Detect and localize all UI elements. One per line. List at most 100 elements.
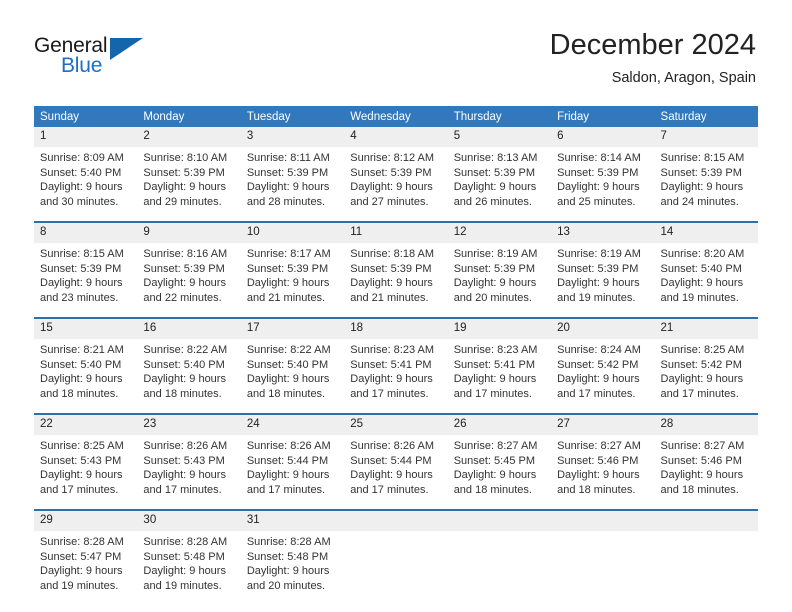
page-title: December 2024 <box>549 29 756 61</box>
calendar-day-cell[interactable]: 20 Sunrise: 8:24 AM Sunset: 5:42 PM Dayligh… <box>551 317 655 414</box>
day-number: 23 <box>137 415 241 435</box>
calendar-day-cell[interactable]: 16 Sunrise: 8:22 AM Sunset: 5:40 PM Dayligh… <box>137 317 241 414</box>
day-number: 21 <box>654 319 758 339</box>
calendar-day-cell[interactable]: 8 Sunrise: 8:15 AM Sunset: 5:39 PM Daylight… <box>34 221 138 318</box>
daylight-text-line1: Daylight: 9 hours <box>246 373 330 386</box>
day-number: 27 <box>551 415 655 435</box>
calendar-day-cell[interactable]: 22 Sunrise: 8:25 AM Sunset: 5:43 PM Dayligh… <box>34 413 138 510</box>
sunset-text: Sunset: 5:39 PM <box>557 166 639 179</box>
calendar-day-cell[interactable]: 26 Sunrise: 8:27 AM Sunset: 5:45 PM Dayligh… <box>447 413 552 510</box>
calendar-day-cell[interactable]: 15 Sunrise: 8:21 AM Sunset: 5:40 PM Dayligh… <box>34 317 138 414</box>
day-details: Sunrise: 8:20 AM Sunset: 5:40 PM Daylight:… <box>654 243 758 317</box>
calendar-day-cell[interactable]: 25 Sunrise: 8:26 AM Sunset: 5:44 PM Dayligh… <box>344 413 448 510</box>
calendar-day-cell[interactable]: 19 Sunrise: 8:23 AM Sunset: 5:41 PM Dayligh… <box>447 317 552 414</box>
day-details: Sunrise: 8:11 AM Sunset: 5:39 PM Daylight:… <box>240 147 345 221</box>
day-details: Sunrise: 8:26 AM Sunset: 5:43 PM Daylight:… <box>137 435 241 509</box>
calendar-day-cell[interactable]: 27 Sunrise: 8:27 AM Sunset: 5:46 PM Dayligh… <box>551 413 655 510</box>
day-details: Sunrise: 8:15 AM Sunset: 5:39 PM Daylight:… <box>34 243 138 317</box>
sunset-text: Sunset: 5:39 PM <box>350 166 432 179</box>
day-number: 7 <box>654 127 758 147</box>
calendar-day-cell[interactable]: 18 Sunrise: 8:23 AM Sunset: 5:41 PM Dayligh… <box>344 317 448 414</box>
calendar-day-cell[interactable]: 3 Sunrise: 8:11 AM Sunset: 5:39 PM Daylight… <box>240 127 345 222</box>
day-details: Sunrise: 8:21 AM Sunset: 5:40 PM Daylight:… <box>34 339 138 413</box>
day-number: 20 <box>551 319 655 339</box>
day-details: Sunrise: 8:25 AM Sunset: 5:42 PM Daylight:… <box>654 339 758 413</box>
day-number: 16 <box>137 319 241 339</box>
sunset-text: Sunset: 5:40 PM <box>143 358 225 371</box>
sunset-text: Sunset: 5:48 PM <box>246 550 329 563</box>
calendar-day-cell[interactable]: 13 Sunrise: 8:19 AM Sunset: 5:39 PM Dayligh… <box>551 221 655 318</box>
daylight-text-line2: and 17 minutes. <box>143 483 222 496</box>
sunrise-text: Sunrise: 8:23 AM <box>350 344 435 356</box>
day-number: 2 <box>137 127 241 147</box>
calendar-day-cell[interactable]: 2 Sunrise: 8:10 AM Sunset: 5:39 PM Daylight… <box>137 127 241 222</box>
daylight-text-line1: Daylight: 9 hours <box>246 181 330 194</box>
calendar-day-cell[interactable]: 11 Sunrise: 8:18 AM Sunset: 5:39 PM Dayligh… <box>344 221 448 318</box>
calendar-day-cell-empty <box>447 509 552 605</box>
calendar-day-cell[interactable]: 14 Sunrise: 8:20 AM Sunset: 5:40 PM Dayligh… <box>654 221 758 318</box>
weekday-header-monday: Monday <box>137 106 241 127</box>
calendar-day-cell[interactable]: 23 Sunrise: 8:26 AM Sunset: 5:43 PM Dayligh… <box>137 413 241 510</box>
weekday-header-saturday: Saturday <box>654 106 758 127</box>
daylight-text-line2: and 27 minutes. <box>350 195 429 208</box>
calendar-day-cell[interactable]: 28 Sunrise: 8:27 AM Sunset: 5:46 PM Dayligh… <box>654 413 758 510</box>
daylight-text-line2: and 22 minutes. <box>143 291 222 304</box>
day-number <box>447 511 552 531</box>
weekday-header-tuesday: Tuesday <box>240 106 345 127</box>
daylight-text-line2: and 18 minutes. <box>453 483 532 496</box>
sunrise-text: Sunrise: 8:21 AM <box>40 344 124 356</box>
sunset-text: Sunset: 5:39 PM <box>557 262 639 275</box>
daylight-text-line2: and 18 minutes. <box>660 483 739 496</box>
calendar-day-cell[interactable]: 30 Sunrise: 8:28 AM Sunset: 5:48 PM Dayligh… <box>137 509 241 605</box>
calendar-day-cell[interactable]: 24 Sunrise: 8:26 AM Sunset: 5:44 PM Dayligh… <box>240 413 345 510</box>
day-number <box>654 511 758 531</box>
day-details: Sunrise: 8:15 AM Sunset: 5:39 PM Daylight:… <box>654 147 758 221</box>
calendar-day-cell[interactable]: 17 Sunrise: 8:22 AM Sunset: 5:40 PM Dayligh… <box>240 317 345 414</box>
sunrise-text: Sunrise: 8:12 AM <box>350 152 435 164</box>
sunset-text: Sunset: 5:40 PM <box>40 358 122 371</box>
day-number: 14 <box>654 223 758 243</box>
daylight-text-line1: Daylight: 9 hours <box>660 373 744 386</box>
brand-logo[interactable]: General Blue <box>34 34 164 82</box>
calendar-day-cell[interactable]: 31 Sunrise: 8:28 AM Sunset: 5:48 PM Dayligh… <box>240 509 345 605</box>
day-number: 4 <box>344 127 448 147</box>
calendar-day-cell[interactable]: 4 Sunrise: 8:12 AM Sunset: 5:39 PM Daylight… <box>344 127 448 222</box>
calendar-day-cell[interactable]: 21 Sunrise: 8:25 AM Sunset: 5:42 PM Dayligh… <box>654 317 758 414</box>
sunrise-text: Sunrise: 8:23 AM <box>453 344 538 356</box>
calendar-day-cell[interactable]: 29 Sunrise: 8:28 AM Sunset: 5:47 PM Dayligh… <box>34 509 138 605</box>
day-details: Sunrise: 8:13 AM Sunset: 5:39 PM Daylight:… <box>447 147 552 221</box>
calendar-day-cell-empty <box>654 509 758 605</box>
calendar-day-cell[interactable]: 6 Sunrise: 8:14 AM Sunset: 5:39 PM Daylight… <box>551 127 655 222</box>
day-details: Sunrise: 8:24 AM Sunset: 5:42 PM Daylight:… <box>551 339 655 413</box>
sunset-text: Sunset: 5:39 PM <box>143 166 225 179</box>
sunrise-text: Sunrise: 8:22 AM <box>246 344 331 356</box>
sunset-text: Sunset: 5:41 PM <box>453 358 536 371</box>
calendar-day-cell[interactable]: 5 Sunrise: 8:13 AM Sunset: 5:39 PM Daylight… <box>447 127 552 222</box>
day-number: 3 <box>240 127 345 147</box>
daylight-text-line1: Daylight: 9 hours <box>453 373 537 386</box>
calendar-week-row: 15 Sunrise: 8:21 AM Sunset: 5:40 PM Dayligh… <box>34 317 758 414</box>
sunset-text: Sunset: 5:40 PM <box>40 166 122 179</box>
daylight-text-line2: and 17 minutes. <box>350 387 429 400</box>
daylight-text-line2: and 18 minutes. <box>557 483 636 496</box>
day-details: Sunrise: 8:19 AM Sunset: 5:39 PM Daylight:… <box>551 243 655 317</box>
calendar-day-cell[interactable]: 10 Sunrise: 8:17 AM Sunset: 5:39 PM Dayligh… <box>240 221 345 318</box>
sunset-text: Sunset: 5:40 PM <box>246 358 329 371</box>
day-number: 18 <box>344 319 448 339</box>
calendar-day-cell[interactable]: 7 Sunrise: 8:15 AM Sunset: 5:39 PM Daylight… <box>654 127 758 222</box>
calendar-day-cell[interactable]: 1 Sunrise: 8:09 AM Sunset: 5:40 PM Daylight… <box>34 127 138 222</box>
day-details: Sunrise: 8:27 AM Sunset: 5:46 PM Daylight:… <box>654 435 758 509</box>
daylight-text-line1: Daylight: 9 hours <box>143 277 226 290</box>
calendar-day-cell[interactable]: 9 Sunrise: 8:16 AM Sunset: 5:39 PM Daylight… <box>137 221 241 318</box>
daylight-text-line2: and 17 minutes. <box>246 483 326 496</box>
daylight-text-line1: Daylight: 9 hours <box>350 277 433 290</box>
calendar-day-cell[interactable]: 12 Sunrise: 8:19 AM Sunset: 5:39 PM Dayligh… <box>447 221 552 318</box>
daylight-text-line1: Daylight: 9 hours <box>453 469 537 482</box>
weekday-header-thursday: Thursday <box>447 106 552 127</box>
day-details: Sunrise: 8:18 AM Sunset: 5:39 PM Daylight:… <box>344 243 448 317</box>
sunrise-text: Sunrise: 8:26 AM <box>246 440 331 452</box>
daylight-text-line2: and 19 minutes. <box>660 291 739 304</box>
daylight-text-line2: and 30 minutes. <box>40 195 119 208</box>
sunset-text: Sunset: 5:43 PM <box>143 454 225 467</box>
sunset-text: Sunset: 5:48 PM <box>143 550 225 563</box>
